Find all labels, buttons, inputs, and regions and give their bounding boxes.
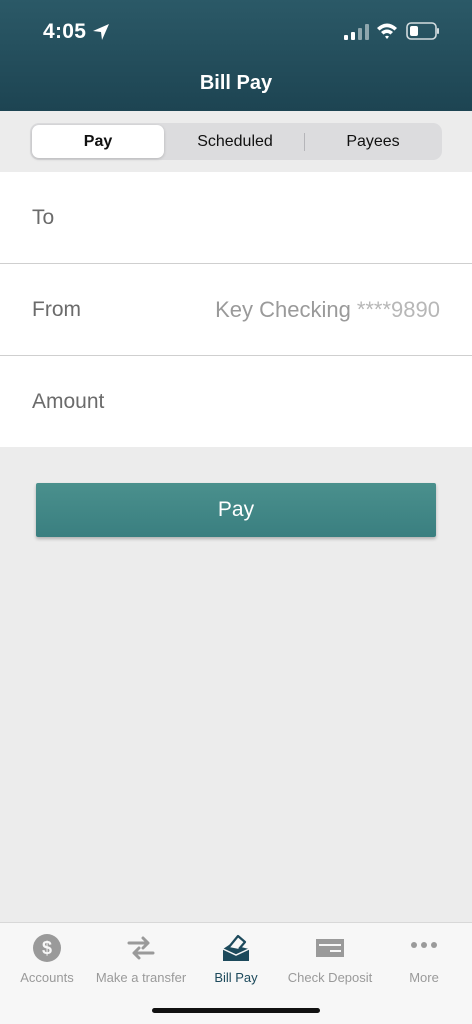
app-header: 4:05 Bill Pay	[0, 0, 472, 111]
from-label: From	[32, 297, 81, 321]
tab-pay[interactable]: Pay	[32, 125, 164, 158]
location-arrow-icon	[93, 24, 109, 40]
tabbar-check-deposit[interactable]: Check Deposit	[283, 923, 377, 993]
from-account-value: Key Checking ****9890	[215, 264, 440, 355]
pay-button[interactable]: Pay	[36, 483, 436, 537]
payment-form: To From Key Checking ****9890 Amount	[0, 172, 472, 447]
segment-bar: Pay Scheduled Payees	[0, 111, 472, 172]
amount-label: Amount	[32, 389, 105, 413]
tabbar-make-transfer[interactable]: Make a transfer	[94, 923, 188, 993]
from-account-name: Key Checking	[215, 296, 351, 322]
tab-scheduled[interactable]: Scheduled	[168, 125, 302, 158]
tabbar-accounts-label: Accounts	[20, 970, 74, 985]
tabbar-accounts[interactable]: $ Accounts	[0, 923, 94, 993]
dollar-coin-icon: $	[33, 934, 61, 962]
segmented-control: Pay Scheduled Payees	[30, 123, 442, 160]
transfer-arrows-icon	[127, 936, 155, 960]
wifi-icon	[377, 23, 397, 39]
to-field[interactable]: To	[0, 172, 472, 264]
battery-icon	[406, 22, 439, 40]
tabbar-transfer-label: Make a transfer	[95, 970, 187, 985]
tabbar-check-deposit-label: Check Deposit	[287, 970, 373, 985]
from-account-number: ****9890	[356, 296, 440, 322]
more-dots-icon	[411, 942, 437, 948]
tabbar-more-label: More	[409, 970, 439, 985]
page-title: Bill Pay	[199, 72, 273, 94]
tabbar-more[interactable]: More	[377, 923, 471, 993]
tabbar-bill-pay-label: Bill Pay	[214, 970, 258, 985]
home-indicator[interactable]	[152, 1008, 320, 1013]
svg-text:$: $	[42, 938, 52, 958]
from-field[interactable]: From Key Checking ****9890	[0, 264, 472, 356]
amount-field[interactable]: Amount	[0, 356, 472, 447]
status-time: 4:05	[43, 20, 87, 43]
to-label: To	[32, 205, 55, 229]
tabbar-bill-pay[interactable]: Bill Pay	[189, 923, 283, 993]
cellular-signal-icon	[344, 24, 369, 40]
bill-pay-icon	[222, 934, 250, 961]
status-bar: 4:05	[0, 0, 472, 60]
check-icon	[316, 939, 344, 957]
segment-divider	[304, 133, 305, 151]
tab-payees[interactable]: Payees	[306, 125, 440, 158]
